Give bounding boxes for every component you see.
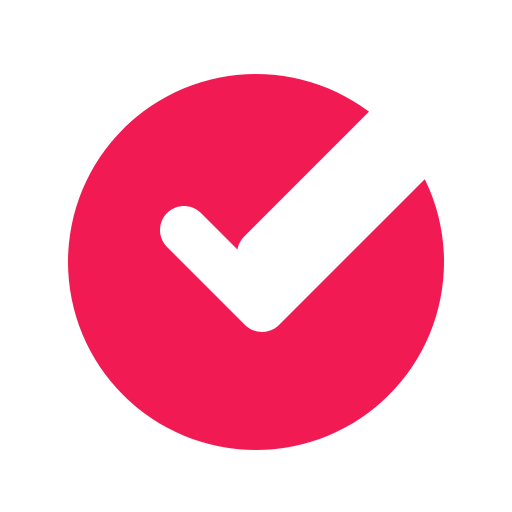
app-icon-canvas	[0, 0, 512, 512]
checkmark-circle-icon	[68, 74, 451, 450]
circle-badge	[68, 74, 444, 450]
